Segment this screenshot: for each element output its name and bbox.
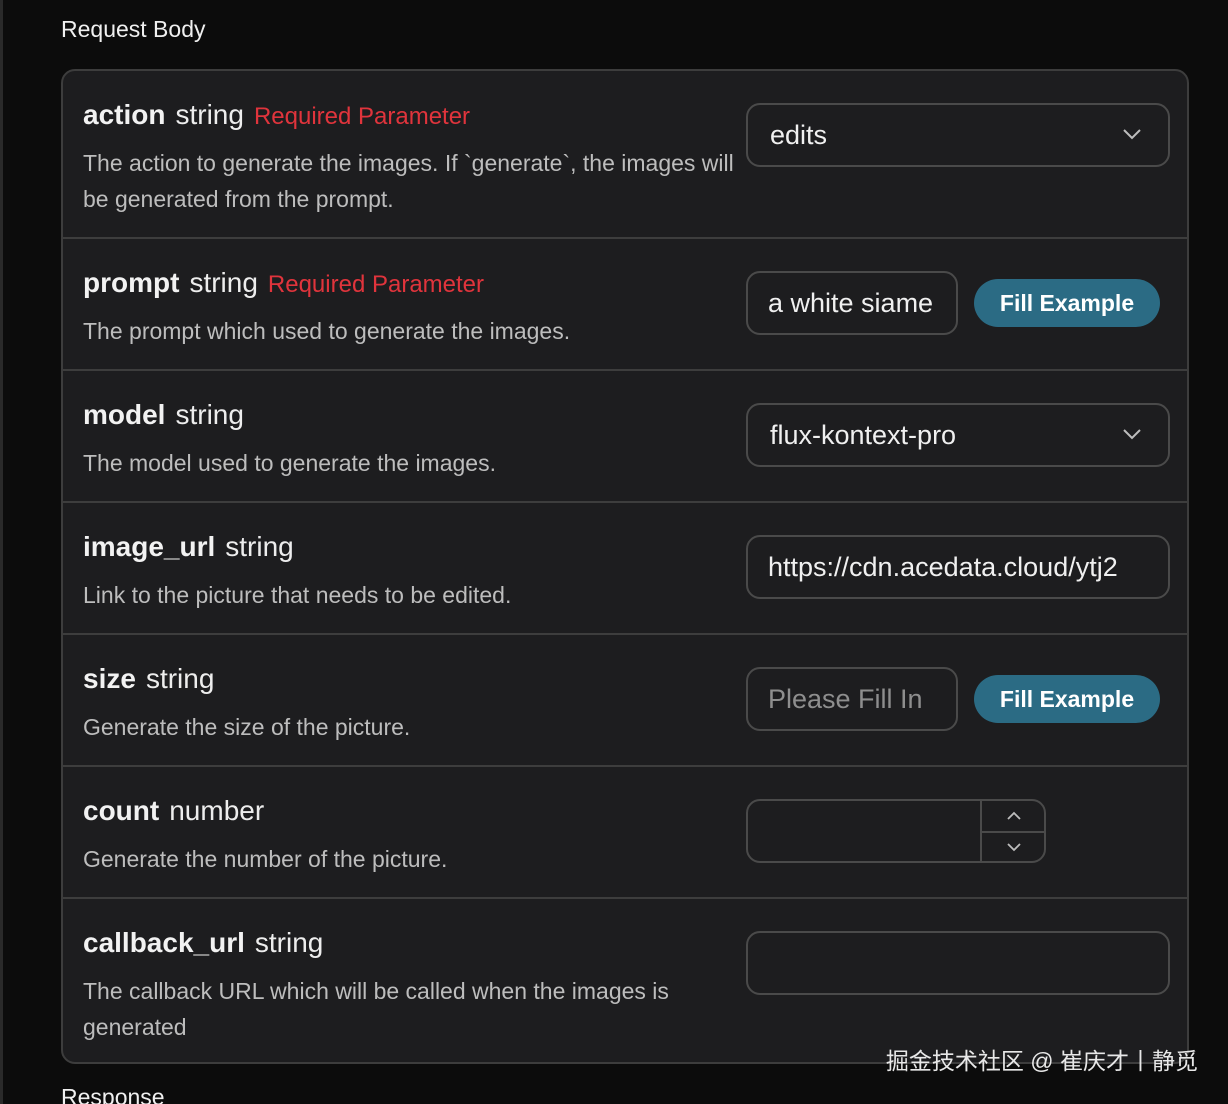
- left-border: [0, 0, 3, 1104]
- watermark: 掘金技术社区 @ 崔庆才丨静觅: [885, 1048, 1198, 1074]
- section-title-response: Response: [61, 1084, 165, 1104]
- size-fill-example-button[interactable]: Fill Example: [974, 675, 1160, 723]
- param-type: string: [254, 927, 324, 958]
- image-url-input-box: [746, 535, 1170, 599]
- page: Request Body action string Required Parame…: [0, 0, 1228, 1104]
- section-title-request-body: Request Body: [61, 16, 206, 42]
- action-select[interactable]: edits: [746, 103, 1170, 167]
- chevron-down-icon: [1123, 129, 1141, 140]
- param-type: string: [225, 531, 294, 562]
- param-row-model: model string The model used to generate t…: [63, 371, 1187, 503]
- prompt-fill-example-button[interactable]: Fill Example: [974, 279, 1160, 327]
- param-name: action: [83, 99, 166, 130]
- param-row-prompt: prompt string Required Parameter The promp…: [63, 239, 1187, 371]
- size-input[interactable]: [768, 669, 936, 729]
- param-row-action: action string Required Parameter The actio…: [63, 71, 1187, 239]
- chevron-down-icon: [1007, 843, 1021, 852]
- param-row-callback-url: callback_url string The callback URL whic…: [63, 899, 1187, 1062]
- param-header: callback_url string: [83, 927, 323, 959]
- image-url-input[interactable]: [768, 537, 1150, 597]
- param-name: image_url: [83, 531, 216, 562]
- param-header: model string: [83, 399, 244, 431]
- param-type: string: [175, 99, 244, 130]
- param-name: model: [83, 399, 166, 430]
- count-input[interactable]: [766, 801, 966, 861]
- count-decrement-button[interactable]: [982, 833, 1044, 863]
- param-type: string: [189, 267, 258, 298]
- param-header: prompt string Required Parameter: [83, 267, 484, 299]
- param-name: prompt: [83, 267, 180, 298]
- action-select-value: edits: [770, 120, 828, 150]
- param-row-size: size string Generate the size of the pict…: [63, 635, 1187, 767]
- param-description: Link to the picture that needs to be edi…: [83, 582, 512, 608]
- param-header: count number: [83, 795, 264, 827]
- param-name: count: [83, 795, 160, 826]
- chevron-up-icon: [1007, 811, 1021, 820]
- param-description: Generate the size of the picture.: [83, 714, 411, 740]
- param-row-image-url: image_url string Link to the picture that…: [63, 503, 1187, 635]
- param-name: size: [83, 663, 136, 694]
- chevron-down-icon: [1123, 429, 1141, 440]
- param-row-count: count number Generate the number of the p…: [63, 767, 1187, 899]
- param-type: string: [175, 399, 244, 430]
- param-header: size string: [83, 663, 214, 695]
- parameters-panel: action string Required Parameter The actio…: [61, 69, 1189, 1064]
- param-description: The action to generate the images. If `g…: [83, 150, 734, 212]
- param-type: number: [169, 795, 265, 826]
- param-header: image_url string: [83, 531, 294, 563]
- prompt-input-box: [746, 271, 958, 335]
- param-description: Generate the number of the picture.: [83, 846, 448, 872]
- size-input-box: [746, 667, 958, 731]
- param-description: The model used to generate the images.: [83, 450, 496, 476]
- callback-url-input-box: [746, 931, 1170, 995]
- count-stepper[interactable]: [746, 799, 1046, 863]
- count-increment-button[interactable]: [982, 801, 1044, 831]
- param-name: callback_url: [83, 927, 245, 958]
- callback-url-input[interactable]: [768, 933, 1150, 993]
- model-select[interactable]: flux-kontext-pro: [746, 403, 1170, 467]
- param-description: The callback URL which will be called wh…: [83, 978, 669, 1040]
- param-header: action string Required Parameter: [83, 99, 470, 131]
- required-label: Required Parameter: [253, 103, 471, 130]
- prompt-input[interactable]: [768, 273, 936, 333]
- param-type: string: [145, 663, 215, 694]
- param-description: The prompt which used to generate the im…: [83, 318, 571, 344]
- model-select-value: flux-kontext-pro: [770, 420, 957, 450]
- required-label: Required Parameter: [267, 271, 485, 298]
